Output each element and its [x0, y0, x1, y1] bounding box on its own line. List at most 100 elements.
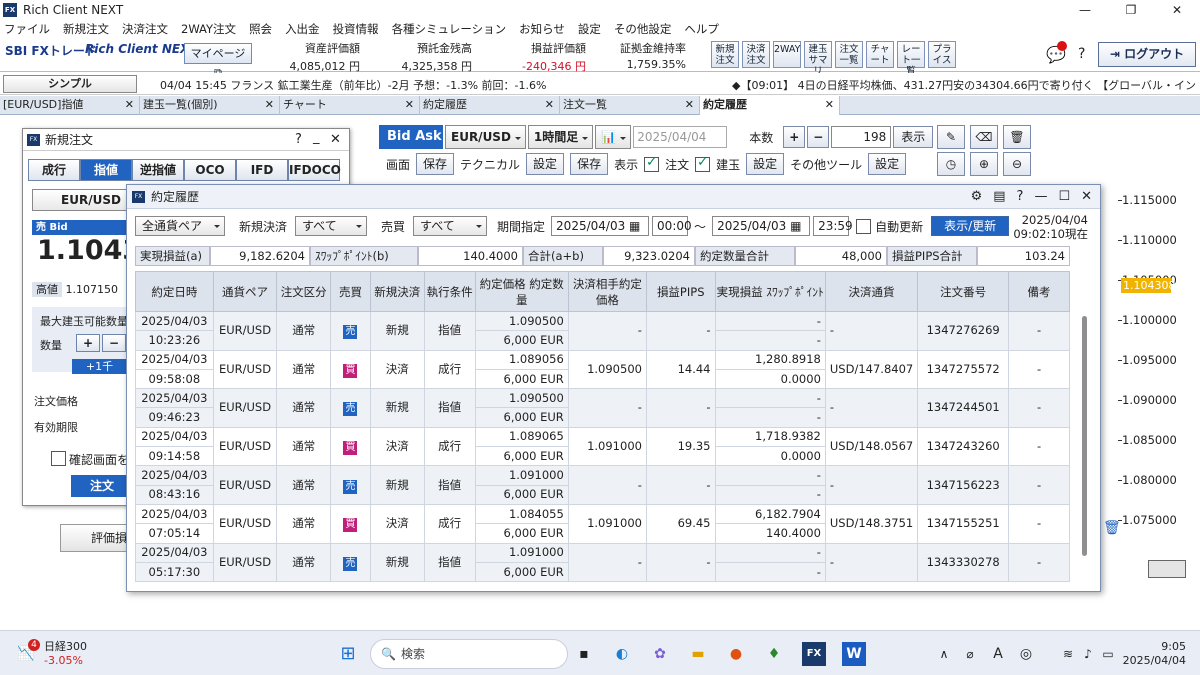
menu-item[interactable]: 決済注文 [122, 21, 168, 37]
trash-icon[interactable]: 🗑 [1003, 125, 1031, 149]
to-time-input[interactable]: 23:59 [813, 216, 853, 236]
menu-item[interactable]: 新規注文 [63, 21, 109, 37]
windows-start-icon[interactable]: ⊞ [336, 642, 360, 666]
economic-news-text[interactable]: 04/04 15:45 フランス 鉱工業生産（前年比）-2月 予想：-1.3% … [160, 77, 546, 93]
workspace-tab[interactable]: 建玉一覧(個別) ✕ [140, 96, 280, 115]
history-help-icon[interactable]: ? [1017, 185, 1024, 209]
tab-close-icon[interactable]: ✕ [125, 96, 134, 114]
menu-item[interactable]: お知らせ [519, 21, 565, 37]
menu-item[interactable]: 各種シミュレーション [392, 21, 507, 37]
table-row[interactable]: 2025/04/03 EUR/USD 通常買決済 成行 1.089056 1.090500… [135, 349, 1070, 390]
to-date-input[interactable]: 2025/04/03 ▦ [712, 216, 811, 236]
ime-indicator[interactable]: A [986, 642, 1010, 666]
workspace-tab[interactable]: [EUR/USD]指値 ✕ [0, 96, 140, 115]
tab-close-icon[interactable]: ✕ [825, 96, 834, 114]
new-close-dropdown[interactable]: すべて [295, 216, 368, 236]
edge-icon[interactable]: ◐ [610, 642, 634, 666]
history-maximize-icon[interactable]: ☐ [1058, 185, 1070, 209]
maximize-button[interactable]: ❐ [1108, 0, 1154, 20]
word-icon[interactable]: W [842, 642, 866, 666]
other-tools-settings-button[interactable]: 設定 [868, 153, 907, 175]
auto-update-checkbox[interactable] [856, 218, 872, 234]
nikkei-widget[interactable]: 日経300 -3.05% [44, 640, 87, 668]
show-positions-checkbox[interactable] [695, 155, 711, 172]
chart-show-button[interactable]: 表示 [893, 126, 934, 148]
pen-icon[interactable]: ✎ [937, 125, 965, 149]
table-row[interactable]: 2025/04/03 EUR/USD 通常売新規 指値 1.090500- - - -1347… [135, 310, 1070, 351]
market-news-text[interactable]: ◆【09:01】 4日の日経平均株価、431.27円安の34304.66円で寄り… [732, 77, 1198, 93]
order-type-tab[interactable]: IFD [236, 159, 288, 181]
zoom-in-icon[interactable]: ⊕ [970, 152, 998, 176]
from-date-input[interactable]: 2025/04/03 ▦ [551, 216, 650, 236]
chart-delete-icon[interactable]: 🗑 [1103, 520, 1121, 536]
history-minimize-icon[interactable]: — [1034, 185, 1047, 209]
order-minimize-icon[interactable]: _ [313, 130, 320, 145]
qty-plus-button[interactable]: + [76, 334, 100, 352]
eraser-icon[interactable]: ⌫ [970, 125, 998, 149]
menu-item[interactable]: 設定 [578, 21, 601, 37]
system-clock[interactable]: 9:05 2025/04/04 [1123, 640, 1186, 668]
quick-button[interactable]: 新規注文 [711, 41, 739, 68]
help-icon[interactable]: ? [1078, 46, 1085, 62]
order-type-tab[interactable]: 成行 [28, 159, 80, 181]
zoom-out-icon[interactable]: ⊖ [1003, 152, 1031, 176]
close-button[interactable]: ✕ [1154, 0, 1200, 20]
quick-button[interactable]: 建玉サマリ [804, 41, 832, 77]
table-row[interactable]: 2025/04/03 EUR/USD 通常売新規 指値 1.091000- - - -1347… [135, 465, 1070, 505]
folder-icon[interactable]: ▬ [686, 642, 710, 666]
submit-order-button[interactable]: 注文 [71, 475, 133, 497]
buysell-dropdown[interactable]: すべて [413, 216, 488, 236]
app-icon[interactable]: ♦ [762, 642, 786, 666]
workspace-tab[interactable]: 約定履歴 ✕ [420, 96, 560, 115]
chevron-up-icon[interactable]: ∧ [932, 642, 956, 666]
quick-button[interactable]: レート一覧 [897, 41, 925, 77]
csv-export-icon[interactable]: ▤ [993, 185, 1005, 209]
quick-button[interactable]: プライス [928, 41, 956, 68]
display-mode-dropdown[interactable]: シンプル [3, 75, 137, 93]
display-settings-button[interactable]: 設定 [746, 153, 785, 175]
quick-button[interactable]: 決済注文 [742, 41, 770, 68]
count-input[interactable]: 198 [831, 126, 892, 148]
history-scrollbar[interactable] [1080, 271, 1090, 571]
copilot-icon[interactable]: ✿ [648, 642, 672, 666]
table-row[interactable]: 2025/04/03 EUR/USD 通常売新規 指値 1.091000- - - -1343… [135, 542, 1070, 583]
ime-mode-icon[interactable]: ◎ [1014, 642, 1038, 666]
scrollbar-thumb[interactable] [1082, 316, 1087, 556]
order-help-icon[interactable]: ? [295, 132, 302, 147]
quick-button[interactable]: チャート [866, 41, 894, 68]
battery-icon[interactable]: ▭ [1096, 642, 1120, 666]
chart-type-dropdown[interactable]: 📊 [595, 125, 632, 149]
tab-close-icon[interactable]: ✕ [405, 96, 414, 114]
workspace-tab[interactable]: 注文一覧 ✕ [560, 96, 700, 115]
menu-item[interactable]: ファイル [4, 21, 50, 37]
taskbar-search[interactable]: 🔍 検索 [370, 639, 568, 669]
calendar-icon[interactable]: ▦ [790, 219, 801, 233]
show-orders-checkbox[interactable] [644, 155, 660, 172]
quick-button[interactable]: 注文一覧 [835, 41, 863, 68]
chart-date-input[interactable]: 2025/04/04 [633, 126, 728, 148]
table-row[interactable]: 2025/04/03 EUR/USD 通常買決済 成行 1.089065 1.091000… [135, 426, 1070, 467]
firefox-icon[interactable]: ● [724, 642, 748, 666]
menu-item[interactable]: 照会 [249, 21, 272, 37]
menu-item[interactable]: ヘルプ [684, 21, 719, 37]
order-type-tab[interactable]: OCO [184, 159, 236, 181]
menu-item[interactable]: 2WAY注文 [181, 21, 236, 37]
task-view-icon[interactable]: ▪ [572, 642, 596, 666]
technical-save-button[interactable]: 保存 [570, 153, 609, 175]
screen-save-button[interactable]: 保存 [416, 153, 455, 175]
minimize-button[interactable]: — [1062, 0, 1108, 20]
fx-app-icon[interactable]: FX [802, 642, 826, 666]
settings-icon[interactable]: ⚙ [971, 185, 983, 209]
table-row[interactable]: 2025/04/03 EUR/USD 通常売新規 指値 1.090500- - - -1347… [135, 388, 1070, 428]
count-minus-button[interactable]: − [807, 126, 830, 148]
qty-minus-button[interactable]: − [102, 334, 126, 352]
count-plus-button[interactable]: + [783, 126, 806, 148]
tab-close-icon[interactable]: ✕ [265, 96, 274, 114]
chart-scroll-handle[interactable] [1148, 560, 1186, 578]
show-update-button[interactable]: 表示/更新 [931, 216, 1010, 236]
order-type-tab[interactable]: 逆指値 [132, 159, 184, 181]
menu-item[interactable]: 入出金 [285, 21, 320, 37]
workspace-tab[interactable]: 約定履歴 ✕ [700, 96, 840, 115]
order-type-tab[interactable]: 指値 [80, 159, 132, 181]
pair-filter-dropdown[interactable]: 全通貨ペア [135, 216, 225, 236]
